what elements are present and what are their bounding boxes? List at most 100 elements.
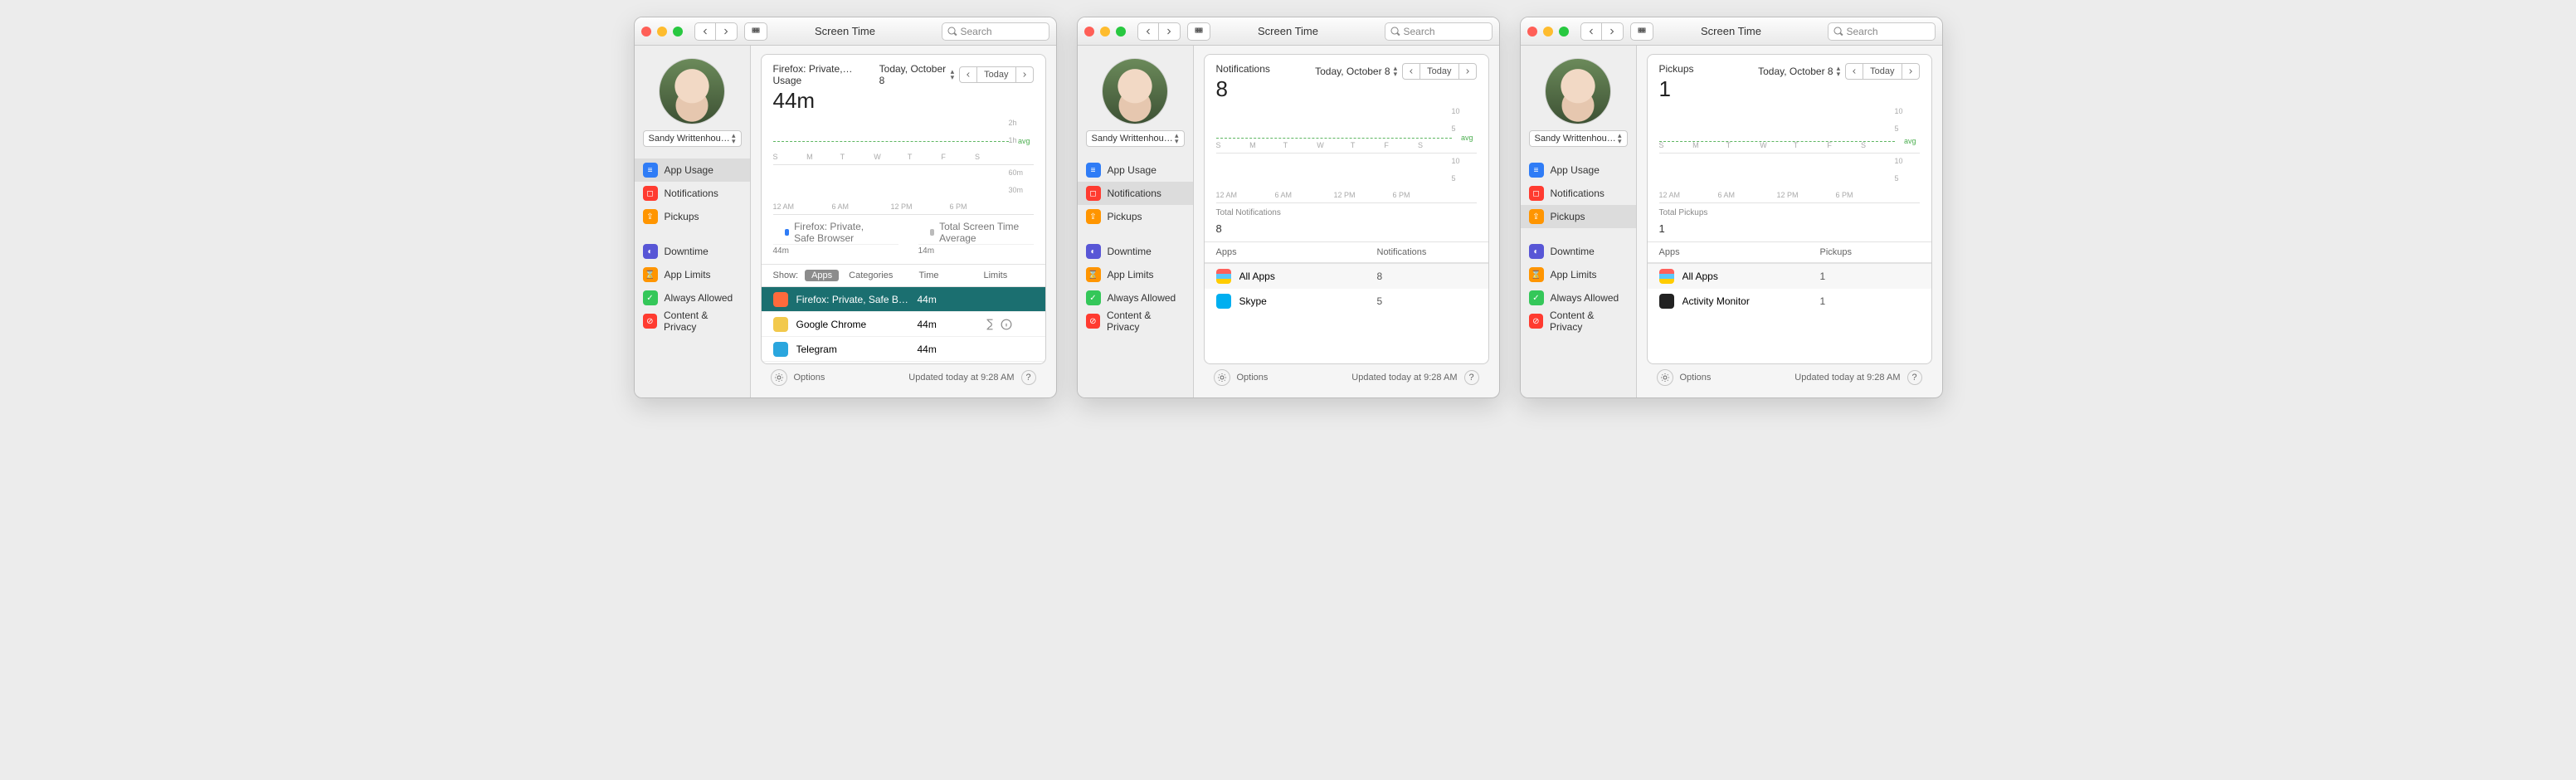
date-select[interactable]: Today, October 8 ▴▾ — [1315, 66, 1397, 77]
zoom-icon[interactable] — [673, 27, 683, 37]
app-icon — [773, 342, 788, 357]
table-row[interactable]: Slack 44m — [762, 362, 1045, 363]
search-input[interactable]: Search — [942, 22, 1049, 41]
sidebar-item-notifications[interactable]: ◻ Notifications — [1078, 182, 1193, 205]
today-button[interactable]: Today — [977, 66, 1015, 83]
nav-back-forward[interactable] — [694, 22, 738, 41]
gear-icon[interactable] — [1214, 369, 1230, 386]
zoom-icon[interactable] — [1116, 27, 1126, 37]
sidebar-item-always-allowed[interactable]: ✓ Always Allowed — [635, 286, 750, 310]
grid-button[interactable] — [744, 22, 767, 41]
date-stepper[interactable]: Today — [1402, 63, 1476, 80]
table-row[interactable]: Activity Monitor 1 — [1648, 289, 1931, 314]
back-button[interactable] — [1137, 22, 1159, 41]
sidebar-item-downtime[interactable]: ◐ Downtime — [1521, 240, 1636, 263]
app-name: Activity Monitor — [1682, 295, 1812, 307]
options-label[interactable]: Options — [1680, 373, 1712, 383]
sidebar-item-content-privacy[interactable]: ⊘ Content & Privacy — [1078, 310, 1193, 333]
forward-button[interactable] — [1602, 22, 1624, 41]
seg-categories[interactable]: Categories — [845, 270, 896, 281]
notifications-icon: ◻ — [1086, 186, 1101, 201]
sidebar-item-pickups[interactable]: ⇪ Pickups — [635, 205, 750, 228]
back-button[interactable] — [1580, 22, 1602, 41]
sidebar-item-app-usage[interactable]: ≡ App Usage — [635, 158, 750, 182]
minimize-icon[interactable] — [1100, 27, 1110, 37]
table-row[interactable]: Firefox: Private, Safe Browser 44m — [762, 287, 1045, 312]
date-stepper[interactable]: Today — [959, 66, 1033, 83]
sidebar-item-content-privacy[interactable]: ⊘ Content & Privacy — [1521, 310, 1636, 333]
close-icon[interactable] — [641, 27, 651, 37]
help-button[interactable]: ? — [1464, 370, 1479, 385]
app-name: Firefox: Private, Safe Browser — [796, 294, 909, 305]
date-stepper[interactable]: Today — [1845, 63, 1919, 80]
prev-day-button[interactable] — [959, 66, 977, 83]
gear-icon[interactable] — [771, 369, 787, 386]
metric-title: Notifications — [1216, 63, 1270, 75]
minimize-icon[interactable] — [1543, 27, 1553, 37]
minimize-icon[interactable] — [657, 27, 667, 37]
grid-button[interactable] — [1630, 22, 1653, 41]
sidebar-item-always-allowed[interactable]: ✓ Always Allowed — [1521, 286, 1636, 310]
notifications-icon: ◻ — [1529, 186, 1544, 201]
app-usage-icon: ≡ — [1086, 163, 1101, 178]
close-icon[interactable] — [1527, 27, 1537, 37]
prev-day-button[interactable] — [1402, 63, 1420, 80]
pickups-icon: ⇪ — [643, 209, 658, 224]
close-icon[interactable] — [1084, 27, 1094, 37]
gear-icon[interactable] — [1657, 369, 1673, 386]
sidebar-item-content-privacy[interactable]: ⊘ Content & Privacy — [635, 310, 750, 333]
table-row[interactable]: All Apps 8 — [1205, 264, 1488, 289]
sidebar-item-notifications[interactable]: ◻ Notifications — [1521, 182, 1636, 205]
prev-day-button[interactable] — [1845, 63, 1863, 80]
search-input[interactable]: Search — [1828, 22, 1936, 41]
sidebar-item-pickups[interactable]: ⇪ Pickups — [1521, 205, 1636, 228]
seg-apps[interactable]: Apps — [805, 270, 839, 281]
grid-button[interactable] — [1187, 22, 1210, 41]
sidebar-item-notifications[interactable]: ◻ Notifications — [635, 182, 750, 205]
next-day-button[interactable] — [1902, 63, 1920, 80]
options-label[interactable]: Options — [1237, 373, 1269, 383]
app-name: All Apps — [1239, 271, 1369, 282]
user-select[interactable]: Sandy Writtenhou… ▴▾ — [643, 130, 742, 147]
next-day-button[interactable] — [1458, 63, 1477, 80]
back-button[interactable] — [694, 22, 716, 41]
app-limits — [984, 319, 1034, 330]
search-placeholder: Search — [1404, 26, 1435, 37]
next-day-button[interactable] — [1015, 66, 1034, 83]
today-button[interactable]: Today — [1863, 63, 1901, 80]
options-label[interactable]: Options — [794, 373, 825, 383]
sidebar-item-app-limits[interactable]: ⌛ App Limits — [1078, 263, 1193, 286]
updated-label: Updated today at 9:28 AM — [908, 373, 1014, 383]
date-select[interactable]: Today, October 8 ▴▾ — [1758, 66, 1840, 77]
window-controls[interactable] — [1084, 27, 1126, 37]
help-button[interactable]: ? — [1907, 370, 1922, 385]
sub-value: 1 — [1648, 222, 1931, 241]
user-select[interactable]: Sandy Writtenhou… ▴▾ — [1086, 130, 1185, 147]
zoom-icon[interactable] — [1559, 27, 1569, 37]
sidebar-item-always-allowed[interactable]: ✓ Always Allowed — [1078, 286, 1193, 310]
help-button[interactable]: ? — [1021, 370, 1036, 385]
avatar — [660, 59, 724, 124]
table-row[interactable]: Telegram 44m — [762, 337, 1045, 362]
forward-button[interactable] — [716, 22, 738, 41]
sidebar-item-downtime[interactable]: ◐ Downtime — [1078, 240, 1193, 263]
nav-back-forward[interactable] — [1580, 22, 1624, 41]
table-row[interactable]: Skype 5 — [1205, 289, 1488, 314]
sidebar-item-app-usage[interactable]: ≡ App Usage — [1521, 158, 1636, 182]
today-button[interactable]: Today — [1420, 63, 1458, 80]
date-select[interactable]: Today, October 8 ▴▾ — [879, 63, 954, 86]
table-row[interactable]: Google Chrome 44m — [762, 312, 1045, 337]
search-input[interactable]: Search — [1385, 22, 1493, 41]
nav-back-forward[interactable] — [1137, 22, 1181, 41]
table-row[interactable]: All Apps 1 — [1648, 264, 1931, 289]
chart: 10512 AM6 AM12 PM6 PM — [1659, 157, 1920, 203]
sidebar-item-app-limits[interactable]: ⌛ App Limits — [635, 263, 750, 286]
forward-button[interactable] — [1159, 22, 1181, 41]
window-controls[interactable] — [1527, 27, 1569, 37]
sidebar-item-app-usage[interactable]: ≡ App Usage — [1078, 158, 1193, 182]
sidebar-item-app-limits[interactable]: ⌛ App Limits — [1521, 263, 1636, 286]
user-select[interactable]: Sandy Writtenhou… ▴▾ — [1529, 130, 1628, 147]
sidebar-item-pickups[interactable]: ⇪ Pickups — [1078, 205, 1193, 228]
window-controls[interactable] — [641, 27, 683, 37]
sidebar-item-downtime[interactable]: ◐ Downtime — [635, 240, 750, 263]
